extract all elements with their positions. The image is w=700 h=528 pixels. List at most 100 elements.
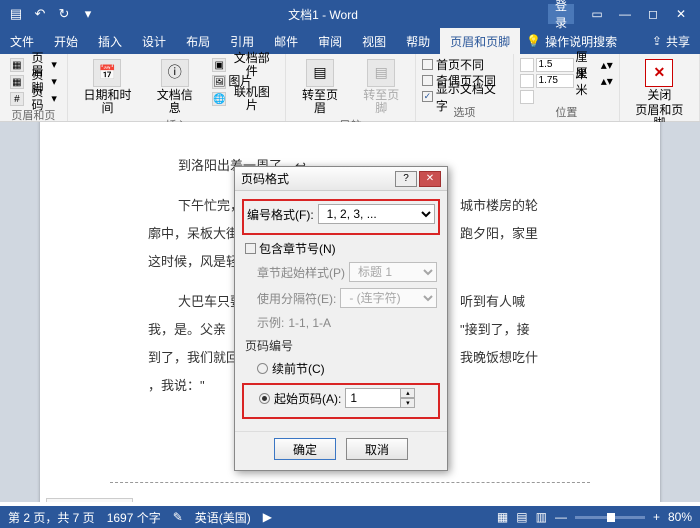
view-read-icon[interactable]: ▤ (516, 510, 527, 524)
group-navigation: ▤转至页眉 ▤转至页脚 导航 (286, 54, 416, 121)
undo-icon[interactable]: ↶ (30, 4, 50, 24)
zoom-out-icon[interactable]: — (555, 510, 567, 524)
number-format-label: 编号格式(F): (247, 206, 314, 223)
gotofooter-button[interactable]: ▤转至页脚 (354, 57, 409, 117)
tab-icon (520, 90, 534, 104)
body-text: 跑夕阳，家里 (460, 220, 538, 249)
chapter-style-label: 章节起始样式(P) (257, 264, 345, 281)
ok-button[interactable]: 确定 (274, 438, 336, 460)
group-position: 厘米▴▾ 厘米▴▾ 位置 (514, 54, 620, 121)
start-at-spinner[interactable]: ▴▾ (345, 388, 415, 408)
window-buttons: 登录 ▭ — ◻ ✕ (548, 4, 694, 24)
pagenum-group-label: 页码编号 (245, 337, 437, 354)
macro-icon[interactable]: ▶ (263, 510, 272, 524)
tab-header-footer[interactable]: 页眉和页脚 (440, 28, 520, 54)
example-value: 1-1, 1-A (288, 316, 331, 330)
gotoheader-button[interactable]: ▤转至页眉 (292, 57, 347, 117)
include-chapter-checkbox[interactable]: 包含章节号(N) (245, 241, 437, 256)
footer-section-tag: 页脚 - 第 1 节 - (46, 498, 133, 502)
header-icon: ▦ (10, 58, 24, 72)
zoom-in-icon[interactable]: + (653, 510, 660, 524)
body-text: 我，是。父亲 (148, 316, 226, 345)
header-top-input[interactable]: 厘米▴▾ (520, 57, 613, 72)
highlight-box: 编号格式(F): 1, 2, 3, ... (242, 199, 440, 235)
showtext-checkbox[interactable]: ✓显示文档文字 (422, 89, 507, 104)
tab-help[interactable]: 帮助 (396, 28, 440, 54)
group-close: ✕关闭页眉和页脚 关闭 (620, 54, 700, 121)
close-icon[interactable]: ✕ (668, 4, 694, 24)
word-count[interactable]: 1697 个字 (107, 509, 161, 526)
group-insert: 📅日期和时间 ⓘ文档信息 ▣文档部件 🖼图片 🌐联机图片 插入 (68, 54, 287, 121)
maximize-icon[interactable]: ◻ (640, 4, 666, 24)
dialog-title: 页码格式 (241, 170, 289, 187)
pagenum-icon: # (10, 92, 24, 106)
tab-layout[interactable]: 布局 (176, 28, 220, 54)
gotofooter-icon: ▤ (367, 59, 395, 87)
docinfo-button[interactable]: ⓘ文档信息 (147, 57, 202, 117)
login-button[interactable]: 登录 (548, 4, 574, 24)
pagenum-button[interactable]: #页码 ▾ (6, 91, 61, 107)
body-text: 廓中，呆板大街 (148, 220, 239, 249)
example-label: 示例: (257, 314, 284, 331)
dialog-close-icon[interactable]: ✕ (419, 171, 441, 187)
body-text: ，我说：" (148, 372, 205, 401)
page-number-format-dialog: 页码格式 ? ✕ 编号格式(F): 1, 2, 3, ... 包含章节号(N) … (234, 166, 448, 471)
tab-home[interactable]: 开始 (44, 28, 88, 54)
view-print-icon[interactable]: ▦ (497, 510, 508, 524)
dialog-titlebar[interactable]: 页码格式 ? ✕ (235, 167, 447, 191)
group-header-footer: ▦页眉 ▾ ▦页脚 ▾ #页码 ▾ 页眉和页脚 (0, 54, 68, 121)
tab-design[interactable]: 设计 (132, 28, 176, 54)
onlinepic-button[interactable]: 🌐联机图片 (208, 91, 279, 107)
zoom-slider[interactable] (575, 516, 645, 519)
save-icon[interactable]: ▤ (6, 4, 26, 24)
dialog-help-icon[interactable]: ? (395, 171, 417, 187)
insert-tab-button[interactable] (520, 89, 613, 104)
body-text: 听到有人喊 (460, 288, 525, 317)
number-format-select[interactable]: 1, 2, 3, ... (318, 204, 435, 224)
tab-mailings[interactable]: 邮件 (264, 28, 308, 54)
cancel-button[interactable]: 取消 (346, 438, 408, 460)
highlight-box: 起始页码(A): ▴▾ (242, 383, 440, 419)
group-label: 位置 (520, 104, 613, 120)
firstpage-diff-checkbox[interactable]: 首页不同 (422, 57, 507, 72)
docparts-button[interactable]: ▣文档部件 (208, 57, 279, 73)
statusbar: 第 2 页，共 7 页 1697 个字 ✎ 英语(美国) ▶ ▦ ▤ ▥ — +… (0, 506, 700, 528)
minimize-icon[interactable]: — (612, 4, 638, 24)
page-count[interactable]: 第 2 页，共 7 页 (8, 509, 95, 526)
gotoheader-icon: ▤ (306, 59, 334, 87)
separator-select: - (连字符) (340, 288, 437, 308)
start-at-label: 起始页码(A): (274, 390, 341, 407)
docinfo-icon: ⓘ (161, 59, 189, 87)
datetime-button[interactable]: 📅日期和时间 (74, 57, 141, 117)
share-button[interactable]: ⇪共享 (642, 33, 700, 50)
window-title: 文档1 - Word (98, 6, 548, 23)
body-text: 我晚饭想吃什 (460, 344, 538, 373)
footer-bottom-input[interactable]: 厘米▴▾ (520, 73, 613, 88)
tell-me[interactable]: 💡操作说明搜索 (526, 33, 617, 50)
onlinepic-icon: 🌐 (212, 92, 226, 106)
spellcheck-icon[interactable]: ✎ (173, 510, 183, 524)
view-web-icon[interactable]: ▥ (536, 510, 547, 524)
tab-insert[interactable]: 插入 (88, 28, 132, 54)
body-text: "接到了，接 (460, 316, 530, 345)
share-icon: ⇪ (652, 34, 662, 48)
calendar-icon: 📅 (93, 59, 121, 87)
group-label: 选项 (422, 104, 507, 120)
tab-review[interactable]: 审阅 (308, 28, 352, 54)
pictures-icon: 🖼 (212, 75, 226, 89)
language[interactable]: 英语(美国) (195, 509, 251, 526)
redo-icon[interactable]: ↻ (54, 4, 74, 24)
start-at-radio[interactable]: 起始页码(A): ▴▾ (259, 388, 435, 408)
separator-label: 使用分隔符(E): (257, 290, 336, 307)
zoom-level[interactable]: 80% (668, 510, 692, 524)
ribbon-options-icon[interactable]: ▭ (584, 4, 610, 24)
ribbon: ▦页眉 ▾ ▦页脚 ▾ #页码 ▾ 页眉和页脚 📅日期和时间 ⓘ文档信息 ▣文档… (0, 54, 700, 122)
lightbulb-icon: 💡 (526, 34, 541, 48)
close-x-icon: ✕ (645, 59, 673, 87)
qat-more-icon[interactable]: ▾ (78, 4, 98, 24)
tab-view[interactable]: 视图 (352, 28, 396, 54)
continue-radio[interactable]: 续前节(C) (257, 360, 437, 377)
body-text: 到了，我们就回 (148, 344, 239, 373)
titlebar: ▤ ↶ ↻ ▾ 文档1 - Word 登录 ▭ — ◻ ✕ (0, 0, 700, 28)
body-text: 城市楼房的轮 (460, 192, 538, 221)
